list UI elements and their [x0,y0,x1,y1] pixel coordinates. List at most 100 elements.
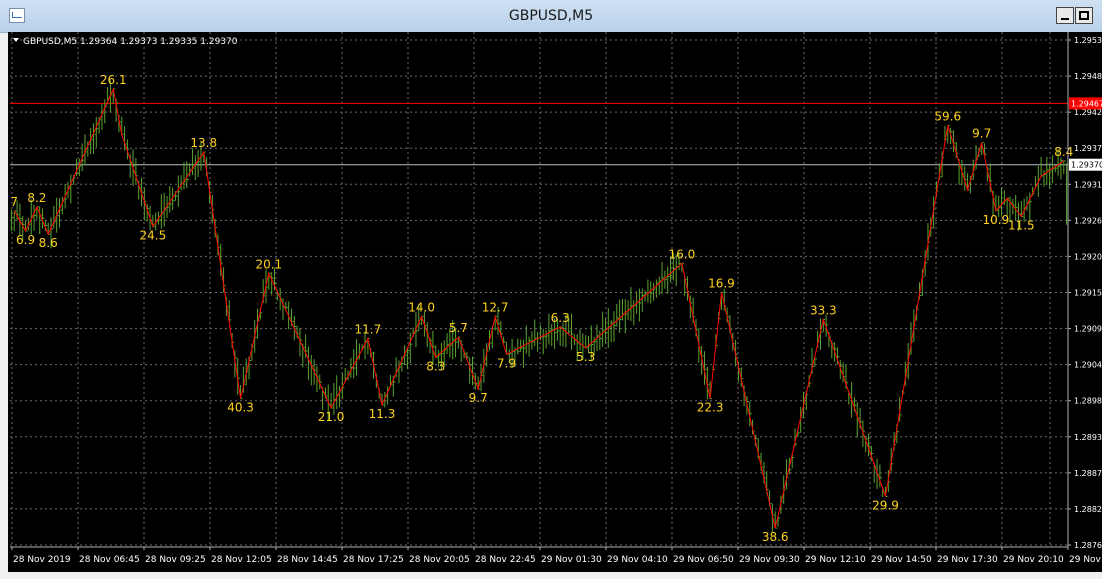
chart-canvas[interactable]: 7 6.9 8.2 8.6 26.1 24.5 13.8 40.3 20.1 21.0 11.7 11… [8,32,1102,572]
x-tick-label: 29 Nov 01:30 [541,555,602,565]
price-bar [613,311,616,342]
price-bar [661,261,665,295]
x-tick-label: 28 Nov 12:05 [211,555,272,565]
chart-grid [10,32,1069,547]
price-bar [183,162,186,190]
price-bar [1060,157,1063,180]
price-bar [101,103,104,130]
terminal-window: GBPUSD,M5 7 6.9 8.2 8.6 26.1 24.5 13.8 40.3 20.1… [0,0,1102,579]
x-tick-label: 28 Nov 14:45 [277,555,338,565]
price-line-tag-label: 1.29467 [1071,99,1102,108]
x-tick-label: 29 Nov 09:30 [739,555,800,565]
zigzag-label: 11.3 [369,407,396,421]
zigzag-label: 33.3 [810,304,837,318]
price-bar [404,345,407,366]
price-bar [814,356,817,367]
zigzag-label: 12.7 [482,300,509,314]
symbol-dropdown-icon[interactable] [13,38,19,42]
zigzag-label: 7.9 [497,356,516,370]
price-bar [579,329,583,351]
x-tick-label: 29 Nov 17:30 [937,555,998,565]
price-bar [503,336,506,345]
price-bar [282,298,285,321]
price-bar [542,328,546,355]
price-lines [10,102,1068,166]
window-title: GBPUSD,M5 [508,8,594,24]
zigzag-label: 9.7 [469,391,488,405]
x-tick-label: 29 Nov 06:50 [673,555,734,565]
price-bar [19,203,22,236]
price-bar [562,322,566,347]
price-bar [166,196,170,219]
price-bar [95,116,99,148]
price-bar [104,99,107,124]
price-line-tag-label: 1.29370 [1071,161,1102,170]
zigzag-label: 5.7 [449,321,468,335]
price-bar [638,288,642,322]
zigzag-label: 8.4 [1054,145,1073,159]
price-bar [59,198,62,228]
y-tick-label: 1.29260 [1074,216,1102,225]
price-bar [505,341,509,355]
y-tick-label: 1.29425 [1074,108,1102,117]
price-bar [602,311,605,347]
price-bar [528,336,532,357]
price-bar [228,300,232,324]
price-bar [551,324,554,347]
price-bar [288,301,291,330]
zigzag-label: 26.1 [100,73,127,87]
zigzag-label: 29.9 [872,498,899,512]
price-bar [1063,160,1066,175]
zigzag-labels: 7 6.9 8.2 8.6 26.1 24.5 13.8 40.3 20.1 21.0 11.7 11… [10,73,1073,544]
price-bar [336,375,339,410]
y-tick-label: 1.28875 [1074,469,1102,478]
y-tick-label: 1.28930 [1074,433,1102,442]
zigzag-label: 6.3 [551,311,570,325]
price-bar [194,155,198,181]
y-tick-label: 1.29370 [1074,144,1102,153]
zigzag-label: 14.0 [408,300,435,314]
y-tick-label: 1.29480 [1074,72,1102,81]
zigzag-label: 24.5 [139,229,166,243]
x-tick-label: 29 Nov 22:50 [1069,555,1102,565]
price-bar [395,357,399,378]
price-bar [1003,190,1007,205]
zigzag-label: 38.6 [762,530,789,544]
price-chart[interactable]: 7 6.9 8.2 8.6 26.1 24.5 13.8 40.3 20.1 21.0 11.7 11… [8,32,1102,572]
zigzag-label: 16.9 [708,276,735,290]
price-bar [92,123,96,154]
y-tick-label: 1.29040 [1074,361,1102,370]
price-bar [1040,156,1044,177]
x-tick-label: 28 Nov 22:45 [475,555,536,565]
price-bar [1051,155,1055,184]
price-bar [177,175,181,207]
y-tick-label: 1.28820 [1074,505,1102,514]
price-bar [537,332,540,352]
x-tick-label: 28 Nov 06:45 [79,555,140,565]
zigzag-label: 8.2 [27,191,46,205]
price-bar [534,319,537,347]
y-tick-label: 1.28985 [1074,397,1102,406]
zigzag-label: 5.3 [576,350,595,364]
maximize-button[interactable] [1075,7,1093,24]
price-bar [460,339,464,363]
price-bar [641,288,645,312]
x-tick-label: 28 Nov 09:25 [145,555,206,565]
x-tick-label: 29 Nov 04:10 [607,555,668,565]
price-bar [520,339,523,352]
price-bar [559,326,563,346]
zigzag-label: 11.7 [354,322,381,336]
x-tick-label: 28 Nov 20:05 [409,555,470,565]
minimize-button[interactable] [1056,7,1074,24]
price-bar [655,279,659,298]
zigzag-line [13,87,1065,529]
price-bar [172,187,175,211]
zigzag-label: 11.5 [1008,219,1035,233]
title-bar[interactable]: GBPUSD,M5 [0,0,1102,33]
zigzag-label: 16.0 [668,247,695,261]
price-bar [141,177,144,207]
x-tick-label: 29 Nov 12:10 [805,555,866,565]
zigzag-label: 22.3 [697,401,724,415]
y-tick-label: 1.29315 [1074,180,1102,189]
price-bar [446,333,450,354]
